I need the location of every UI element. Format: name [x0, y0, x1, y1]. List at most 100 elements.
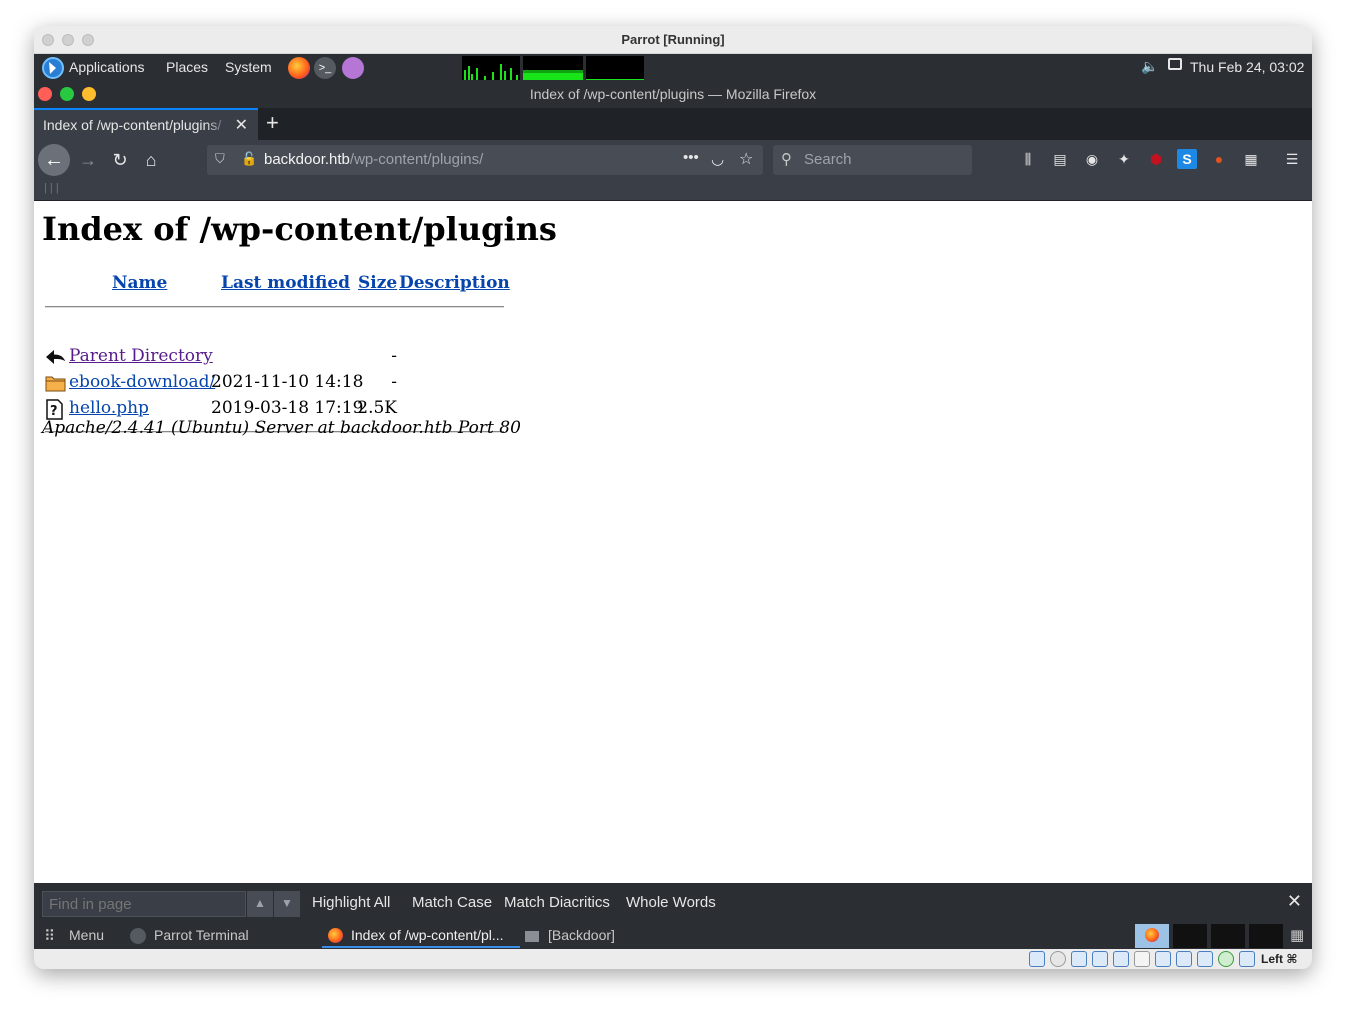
search-icon: ⚲: [781, 151, 792, 168]
firefox-titlebar: Index of /wp-content/plugins — Mozilla F…: [34, 81, 1312, 108]
shared-folders-icon[interactable]: [1134, 951, 1150, 967]
vbox-status-bar: Left ⌘: [34, 949, 1312, 969]
workspace-1[interactable]: [1135, 924, 1169, 948]
find-next-button[interactable]: ▼: [274, 891, 300, 917]
forward-button[interactable]: →: [74, 146, 102, 174]
firefox-workspace-icon: [1145, 928, 1159, 942]
hello-php-link[interactable]: hello.php: [69, 398, 149, 418]
network-icon[interactable]: [1092, 951, 1108, 967]
match-case-toggle[interactable]: Match Case: [412, 894, 492, 911]
unknown-file-icon: ?: [45, 399, 65, 420]
account-icon[interactable]: ◉: [1082, 149, 1102, 169]
task-parrot-terminal[interactable]: Parrot Terminal: [154, 927, 249, 943]
task-firefox[interactable]: Index of /wp-content/pl...: [322, 927, 520, 948]
vbox-window-title: Parrot [Running]: [621, 32, 725, 47]
tab-index-of-plugins[interactable]: Index of /wp-content/plugins/ ✕: [34, 108, 258, 140]
volume-icon[interactable]: 🔈: [1141, 58, 1158, 75]
mouse-integration-icon[interactable]: [1239, 951, 1255, 967]
parent-directory-link[interactable]: Parent Directory: [69, 346, 213, 366]
host-key-label[interactable]: Left ⌘: [1261, 952, 1297, 966]
hackbar-icon[interactable]: ●: [1209, 149, 1229, 169]
folder-icon: [45, 373, 66, 393]
text-editor-launcher-icon[interactable]: [342, 57, 364, 79]
sort-by-last-modified-link[interactable]: Last modified: [221, 273, 350, 293]
qr-code-icon[interactable]: ▦: [1241, 149, 1261, 169]
tab-label: Index of /wp-content/plugins/: [43, 117, 229, 133]
vt-x-icon[interactable]: [1197, 951, 1213, 967]
extension-icon[interactable]: ✦: [1114, 149, 1134, 169]
hamburger-menu-icon[interactable]: ☰: [1282, 149, 1302, 169]
match-diacritics-toggle[interactable]: Match Diacritics: [504, 894, 610, 911]
ublock-origin-icon[interactable]: ⬢: [1146, 149, 1166, 169]
find-input[interactable]: [42, 891, 246, 917]
virtualbox-window: Parrot [Running] Applications Places Sys…: [34, 26, 1312, 969]
row-date: 2019-03-18 17:19: [211, 398, 364, 418]
workspace-3[interactable]: [1211, 924, 1245, 948]
page-actions-icon[interactable]: •••: [683, 149, 699, 166]
tracking-shield-icon[interactable]: ⛉: [215, 151, 225, 167]
new-tab-button[interactable]: +: [266, 110, 279, 136]
folder-task-icon: [525, 931, 539, 942]
audio-icon[interactable]: [1071, 951, 1087, 967]
insecure-lock-icon[interactable]: 🔓: [241, 151, 257, 167]
whole-words-toggle[interactable]: Whole Words: [626, 894, 716, 911]
home-button[interactable]: ⌂: [137, 146, 165, 174]
row-size: -: [391, 372, 397, 392]
sort-by-size-link[interactable]: Size: [358, 273, 397, 293]
ebook-download-link[interactable]: ebook-download/: [69, 372, 215, 392]
applications-menu[interactable]: Applications: [69, 59, 145, 75]
url-bar[interactable]: ⛉ 🔓 backdoor.htb/wp-content/plugins/ •••…: [207, 145, 763, 175]
find-previous-button[interactable]: ▲: [247, 891, 273, 917]
display-status-icon[interactable]: [1155, 951, 1171, 967]
show-desktop-icon[interactable]: ▦: [1290, 926, 1304, 944]
places-menu[interactable]: Places: [166, 59, 208, 75]
system-menu[interactable]: System: [225, 59, 272, 75]
highlight-all-toggle[interactable]: Highlight All: [312, 894, 390, 911]
tab-close-icon[interactable]: ✕: [235, 115, 248, 135]
page-title: Index of /wp-content/plugins: [42, 210, 557, 248]
url-text[interactable]: backdoor.htb/wp-content/plugins/: [264, 151, 483, 168]
optical-drive-icon[interactable]: [1050, 951, 1066, 967]
find-close-icon[interactable]: ✕: [1287, 891, 1302, 912]
task-firefox-label: Index of /wp-content/pl...: [351, 927, 504, 943]
navigation-toolbar: ← → ↻ ⌂ ⛉ 🔓 backdoor.htb/wp-content/plug…: [34, 140, 1312, 180]
reload-button[interactable]: ↻: [106, 146, 134, 174]
parrot-logo-icon[interactable]: [42, 57, 64, 79]
memory-graph: [523, 56, 583, 80]
sort-by-description-link[interactable]: Description: [399, 273, 510, 293]
apps-grid-icon[interactable]: ⠿: [44, 927, 55, 945]
svg-text:?: ?: [50, 404, 58, 419]
row-date: 2021-11-10 14:18: [211, 372, 364, 392]
cpu-graph: [462, 56, 520, 80]
s-extension-icon[interactable]: S: [1177, 149, 1197, 169]
library-icon[interactable]: ⫼: [1018, 149, 1038, 169]
guest-taskbar: ⠿ Menu Parrot Terminal Index of /wp-cont…: [34, 923, 1312, 949]
row-size: -: [391, 346, 397, 366]
back-button[interactable]: ←: [38, 144, 70, 176]
web-content: Index of /wp-content/plugins Name Last m…: [34, 201, 1312, 883]
terminal-launcher-icon[interactable]: >_: [314, 57, 336, 79]
task-backdoor-folder[interactable]: [Backdoor]: [548, 927, 615, 943]
sidebar-icon[interactable]: ▤: [1050, 149, 1070, 169]
workspace-4[interactable]: [1249, 924, 1283, 948]
search-bar[interactable]: ⚲ Search: [773, 145, 972, 175]
recording-icon[interactable]: [1176, 951, 1192, 967]
guest-additions-icon[interactable]: [1218, 951, 1234, 967]
firefox-launcher-icon[interactable]: [288, 57, 310, 79]
table-divider-top: [45, 306, 504, 308]
guest-top-panel: Applications Places System >_ 🔈 Thu Feb …: [34, 54, 1312, 81]
pocket-icon[interactable]: ◡: [711, 150, 724, 168]
bookmark-star-icon[interactable]: ☆: [739, 149, 753, 169]
sort-by-name-link[interactable]: Name: [112, 273, 167, 293]
vbox-titlebar: Parrot [Running]: [34, 26, 1312, 54]
clock[interactable]: Thu Feb 24, 03:02: [1190, 59, 1304, 75]
row-size: 2.5K: [357, 398, 397, 418]
bookmarks-placeholder-icon: | | |: [44, 182, 59, 194]
display-icon[interactable]: [1168, 58, 1182, 70]
tab-bar: Index of /wp-content/plugins/ ✕ +: [34, 108, 1312, 140]
menu-button[interactable]: Menu: [69, 927, 104, 943]
workspace-2[interactable]: [1173, 924, 1207, 948]
hard-disk-icon[interactable]: [1029, 951, 1045, 967]
terminal-task-icon: [130, 928, 146, 944]
usb-icon[interactable]: [1113, 951, 1129, 967]
